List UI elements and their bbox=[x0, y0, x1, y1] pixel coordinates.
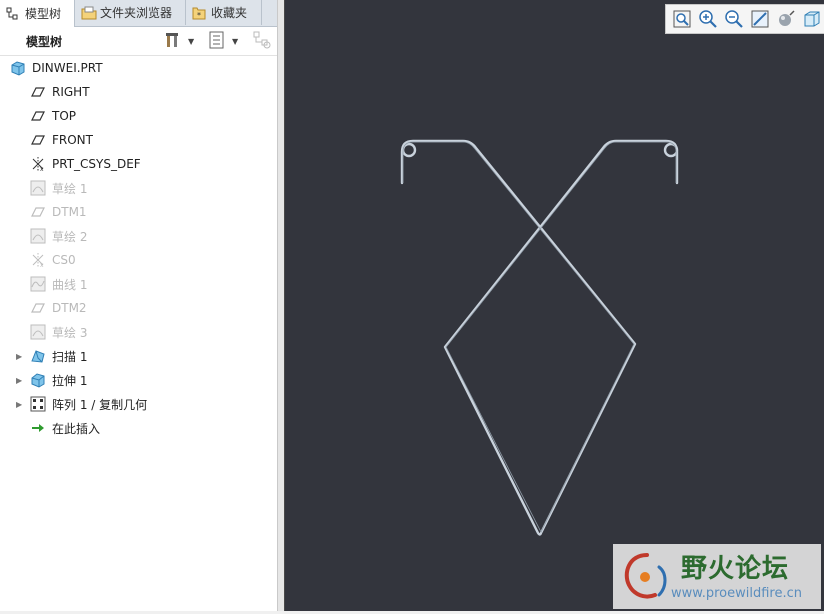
tools-icon bbox=[164, 31, 182, 52]
tree-item[interactable]: DTM1 bbox=[0, 200, 277, 224]
tree-item[interactable]: ▶ 阵列 1 / 复制几何 bbox=[0, 392, 277, 416]
tree-item[interactable]: 曲线 1 bbox=[0, 272, 277, 296]
tree-root-part[interactable]: DINWEI.PRT bbox=[0, 56, 277, 80]
graphics-window[interactable] bbox=[285, 0, 824, 611]
model-tree-icon bbox=[6, 7, 20, 21]
folder-browser-icon bbox=[81, 6, 97, 20]
csys-icon: x bbox=[30, 252, 46, 269]
extrude-icon bbox=[30, 372, 46, 388]
saved-views-icon bbox=[804, 11, 820, 27]
tab-folder-browser[interactable]: 文件夹浏览器 bbox=[75, 0, 186, 25]
chevron-down-icon: ▼ bbox=[188, 36, 195, 46]
forum-logo-icon bbox=[624, 553, 667, 599]
sketch-icon bbox=[30, 228, 46, 244]
model-tree-title: 模型树 bbox=[26, 35, 63, 49]
tree-item[interactable]: TOP bbox=[0, 104, 277, 128]
tree-item[interactable]: x CS0 bbox=[0, 248, 277, 272]
pattern-icon bbox=[30, 396, 46, 412]
tree-item-label: 曲线 1 bbox=[52, 277, 88, 292]
tab-model-tree-label: 模型树 bbox=[25, 7, 62, 21]
saved-views-button[interactable] bbox=[802, 9, 822, 29]
tree-item[interactable]: ▶ 拉伸 1 bbox=[0, 368, 277, 392]
tree-item-label: 在此插入 bbox=[52, 421, 101, 436]
tree-item-label: 草绘 1 bbox=[52, 181, 88, 196]
model-tree-toolbar: 模型树 ▼ ▼ bbox=[0, 27, 277, 56]
watermark-title: 野火论坛 bbox=[681, 554, 790, 584]
expand-arrow-icon[interactable]: ▶ bbox=[16, 376, 26, 385]
datum-plane-icon bbox=[30, 300, 46, 316]
tree-item-label: RIGHT bbox=[52, 85, 90, 99]
sketch-icon bbox=[30, 180, 46, 196]
svg-text:x: x bbox=[40, 166, 44, 172]
zoom-in-button[interactable] bbox=[698, 9, 718, 29]
tree-item-label: DTM2 bbox=[52, 301, 87, 315]
display-style-icon bbox=[779, 10, 795, 26]
tree-item[interactable]: ▶ 扫描 1 bbox=[0, 344, 277, 368]
forum-watermark: 野火论坛 www.proewildfire.cn bbox=[613, 544, 821, 609]
datum-plane-icon bbox=[30, 204, 46, 220]
svg-text:*: * bbox=[197, 11, 201, 20]
zoom-in-icon bbox=[699, 10, 717, 28]
sweep-icon bbox=[30, 348, 46, 364]
tree-item[interactable]: 草绘 1 bbox=[0, 176, 277, 200]
tree-item-label: PRT_CSYS_DEF bbox=[52, 157, 141, 171]
part-icon bbox=[10, 60, 26, 76]
curve-icon bbox=[30, 276, 46, 292]
tree-root-label: DINWEI.PRT bbox=[32, 61, 103, 75]
tree-item-label: 扫描 1 bbox=[52, 349, 88, 364]
tree-item[interactable]: 在此插入 bbox=[0, 416, 277, 440]
tab-folder-browser-label: 文件夹浏览器 bbox=[100, 6, 173, 20]
tree-item-label: TOP bbox=[52, 109, 77, 123]
tree-item-label: CS0 bbox=[52, 253, 76, 267]
list-icon bbox=[208, 31, 226, 52]
chevron-down-icon: ▼ bbox=[232, 36, 239, 46]
refit-button[interactable] bbox=[672, 9, 692, 29]
tree-item-label: 草绘 2 bbox=[52, 229, 88, 244]
display-style-button[interactable] bbox=[776, 9, 796, 29]
right-hook-loop bbox=[663, 142, 679, 158]
tab-model-tree[interactable]: 模型树 bbox=[0, 0, 75, 27]
tree-item[interactable]: DTM2 bbox=[0, 296, 277, 320]
view-toolbar bbox=[665, 4, 824, 34]
tab-favorites[interactable]: * 收藏夹 bbox=[186, 0, 262, 25]
tab-favorites-label: 收藏夹 bbox=[211, 6, 248, 20]
tree-item[interactable]: RIGHT bbox=[0, 80, 277, 104]
show-columns-button[interactable]: ▼ bbox=[208, 31, 238, 51]
left-panel: 模型树 文件夹浏览器 * 收藏夹 模型树 ▼ ▼ DINWEI.PRT RIGH… bbox=[0, 0, 277, 611]
zoom-out-icon bbox=[725, 10, 743, 28]
zoom-out-button[interactable] bbox=[724, 9, 744, 29]
repaint-icon bbox=[751, 10, 769, 28]
csys-icon: x bbox=[30, 156, 46, 173]
tree-item[interactable]: 草绘 2 bbox=[0, 224, 277, 248]
tree-item-label: 草绘 3 bbox=[52, 325, 88, 340]
sketch-icon bbox=[30, 324, 46, 340]
svg-text:x: x bbox=[40, 262, 44, 268]
tree-settings-button[interactable]: ▼ bbox=[164, 31, 194, 51]
repaint-button[interactable] bbox=[750, 9, 770, 29]
tree-item-label: DTM1 bbox=[52, 205, 87, 219]
tree-item-label: FRONT bbox=[52, 133, 93, 147]
tree-item[interactable]: FRONT bbox=[0, 128, 277, 152]
datum-plane-icon bbox=[30, 84, 46, 100]
tree-filter-icon bbox=[252, 30, 272, 53]
favorites-icon: * bbox=[192, 6, 206, 20]
tree-filter-button[interactable] bbox=[252, 31, 272, 51]
expand-arrow-icon[interactable]: ▶ bbox=[16, 400, 26, 409]
model-wireframe bbox=[400, 139, 679, 536]
panel-splitter[interactable] bbox=[277, 0, 285, 611]
watermark-url: www.proewildfire.cn bbox=[671, 586, 802, 601]
datum-plane-icon bbox=[30, 132, 46, 148]
tree-item[interactable]: x PRT_CSYS_DEF bbox=[0, 152, 277, 176]
tree-item[interactable]: 草绘 3 bbox=[0, 320, 277, 344]
insert-here-arrow-icon bbox=[30, 420, 46, 436]
expand-arrow-icon[interactable]: ▶ bbox=[16, 352, 26, 361]
datum-plane-icon bbox=[30, 108, 46, 124]
tree-item-label: 阵列 1 / 复制几何 bbox=[52, 397, 148, 412]
navigator-tabs: 模型树 文件夹浏览器 * 收藏夹 bbox=[0, 0, 277, 27]
refit-icon bbox=[673, 10, 691, 28]
tree-item-label: 拉伸 1 bbox=[52, 373, 88, 388]
left-wire-path bbox=[400, 139, 679, 536]
